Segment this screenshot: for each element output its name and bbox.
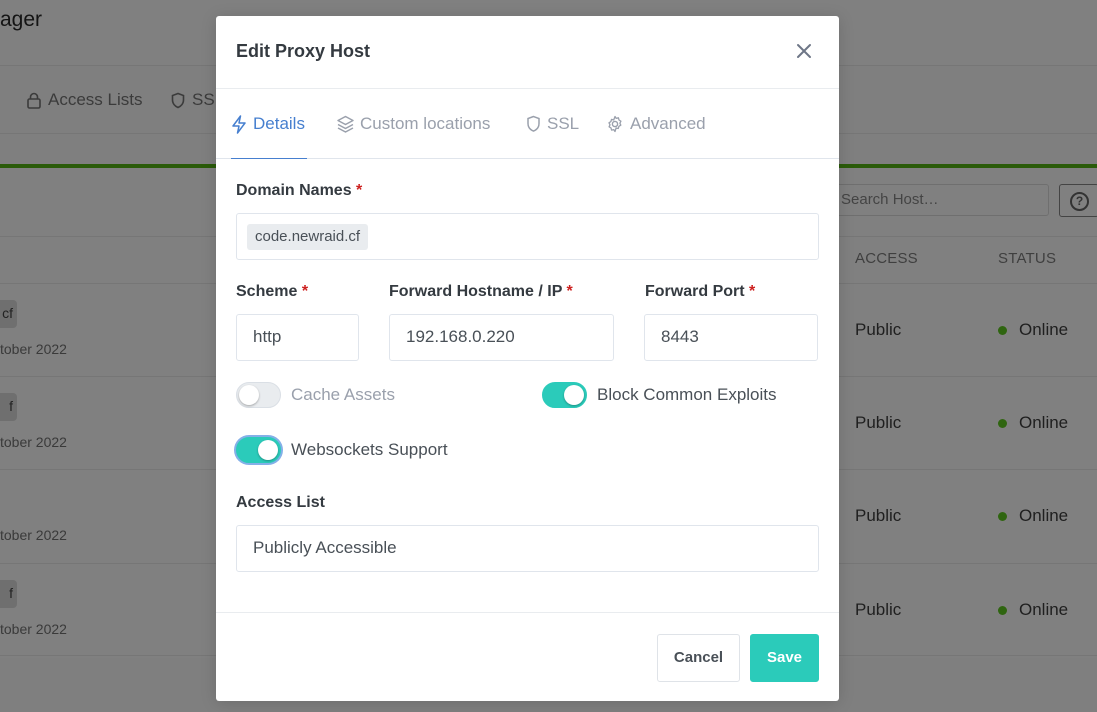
modal-tabs: Details Custom locations SSL Advanced [216, 90, 839, 159]
status-dot-icon [998, 325, 1007, 335]
block-exploits-label: Block Common Exploits [597, 385, 777, 404]
shield-icon [171, 92, 185, 108]
created-date: tober 2022 [0, 527, 67, 543]
status-text: Online [1019, 506, 1069, 525]
label-text: Forward Port [645, 283, 745, 300]
toggle-knob [258, 440, 278, 460]
cache-assets-label: Cache Assets [291, 385, 395, 404]
save-button[interactable]: Save [750, 634, 819, 682]
label-text: Scheme [236, 283, 298, 300]
status-badge: Online [998, 506, 1068, 526]
nav-item-label: Access Lists [48, 90, 143, 109]
forward-port-input[interactable]: 8443 [644, 314, 818, 361]
modal-title: Edit Proxy Host [236, 41, 371, 61]
forward-hostname-label: Forward Hostname / IP * [389, 283, 573, 301]
column-header-status: STATUS [998, 250, 1057, 267]
domain-names-label: Domain Names * [236, 182, 362, 200]
websockets-label: Websockets Support [291, 440, 448, 459]
required-mark: * [566, 283, 573, 300]
edit-proxy-host-modal: Edit Proxy Host Details Custom locations… [216, 16, 839, 701]
toggle-knob [564, 385, 584, 405]
status-dot-icon [998, 511, 1007, 521]
scheme-select[interactable]: http [236, 314, 359, 361]
access-value: Public [855, 320, 902, 339]
domain-badge: cf [0, 300, 17, 328]
access-value: Public [855, 506, 902, 525]
tab-label: SSL [547, 114, 580, 133]
column-header-access: ACCESS [855, 250, 918, 267]
status-text: Online [1019, 320, 1069, 339]
tab-label: Details [253, 114, 305, 133]
status-dot-icon [998, 418, 1007, 428]
help-icon: ? [1070, 192, 1089, 211]
cache-assets-toggle[interactable] [236, 382, 281, 408]
gear-icon [608, 115, 622, 133]
status-badge: Online [998, 413, 1068, 433]
shield-icon [527, 115, 540, 132]
access-list-select[interactable]: Publicly Accessible [236, 525, 819, 572]
access-list-label: Access List [236, 494, 325, 511]
status-badge: Online [998, 600, 1068, 620]
access-value: Public [855, 413, 902, 432]
tab-ssl[interactable]: SSL [526, 114, 579, 159]
tab-advanced[interactable]: Advanced [606, 114, 706, 159]
domain-badge: f [0, 580, 17, 608]
tab-custom-locations[interactable]: Custom locations [337, 114, 490, 159]
domain-badge: f [0, 393, 17, 421]
nav-item-access-lists[interactable]: Access Lists [26, 90, 142, 110]
layers-icon [337, 115, 354, 133]
forward-hostname-input[interactable]: 192.168.0.220 [389, 314, 614, 361]
created-date: tober 2022 [0, 341, 67, 357]
close-icon [797, 44, 811, 58]
toggle-knob [239, 385, 259, 405]
tab-details[interactable]: Details [231, 114, 307, 159]
app-brand: ager [0, 8, 43, 31]
tab-label: Advanced [630, 114, 706, 133]
help-button[interactable]: ? [1059, 184, 1097, 217]
scheme-label: Scheme * [236, 283, 308, 301]
access-value: Public [855, 600, 902, 619]
forward-port-label: Forward Port * [645, 283, 755, 301]
label-text: Domain Names [236, 182, 352, 199]
bolt-icon [232, 115, 246, 134]
label-text: Forward Hostname / IP [389, 283, 563, 300]
search-input[interactable]: Search Host… [820, 184, 1049, 216]
required-mark: * [749, 283, 756, 300]
cancel-button[interactable]: Cancel [657, 634, 740, 682]
domain-tag[interactable]: code.newraid.cf [247, 224, 369, 250]
created-date: tober 2022 [0, 621, 67, 637]
lock-icon [27, 92, 41, 109]
block-exploits-toggle[interactable] [542, 382, 587, 408]
created-date: tober 2022 [0, 434, 67, 450]
websockets-toggle[interactable] [236, 437, 281, 463]
tab-label: Custom locations [360, 114, 491, 133]
status-badge: Online [998, 320, 1068, 340]
modal-footer: Cancel Save [216, 612, 839, 701]
close-button[interactable] [793, 40, 815, 62]
status-dot-icon [998, 605, 1007, 615]
required-mark: * [301, 283, 309, 300]
required-mark: * [356, 182, 363, 199]
status-text: Online [1019, 413, 1069, 432]
status-text: Online [1019, 600, 1069, 619]
domain-names-input[interactable]: code.newraid.cf [236, 213, 819, 260]
modal-header: Edit Proxy Host [216, 16, 839, 89]
